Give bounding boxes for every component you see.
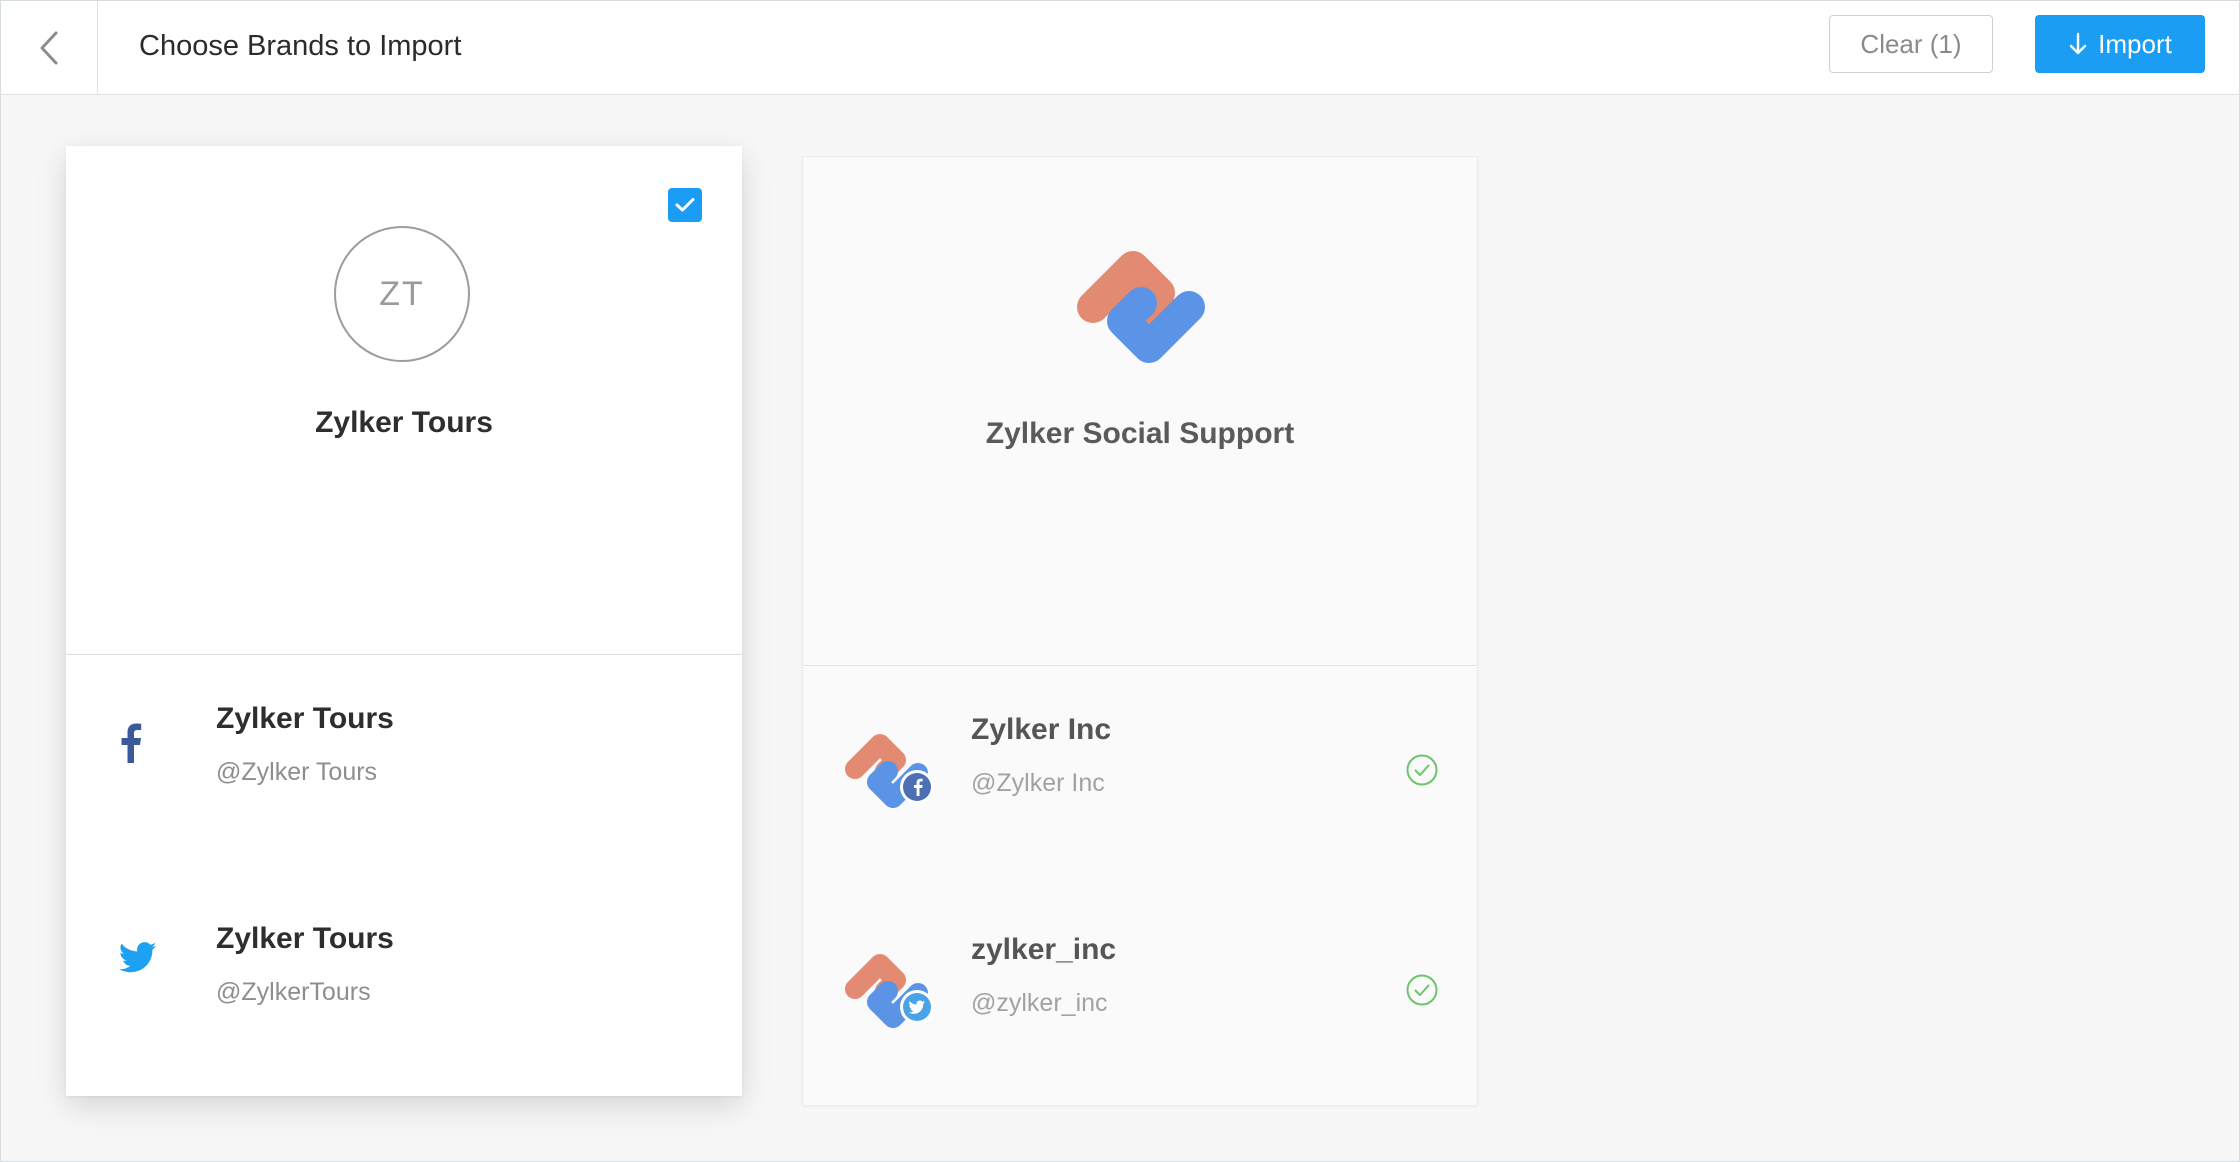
account-handle: @Zylker Tours — [216, 758, 378, 786]
twitter-icon — [118, 938, 158, 978]
account-name: Zylker Tours — [216, 702, 394, 735]
account-row-twitter: Zylker Tours @ZylkerTours — [66, 902, 742, 1062]
brand-name: Zylker Social Support — [985, 417, 1295, 450]
facebook-icon — [106, 718, 156, 768]
arrow-down-icon — [2069, 32, 2087, 55]
account-row-facebook: Zylker Tours @Zylker Tours — [66, 682, 742, 842]
brand-select-checkbox[interactable] — [668, 188, 702, 222]
import-button-label: Import — [2098, 28, 2172, 59]
imported-check-icon — [1406, 754, 1438, 786]
account-row-facebook: Zylker Inc @Zylker Inc — [803, 693, 1477, 853]
import-button[interactable]: Import — [2035, 15, 2205, 73]
brand-card-zylker-social-support[interactable]: Zylker Social Support Zylker Inc @Zylker… — [802, 156, 1478, 1106]
account-handle: @Zylker Inc — [971, 769, 1105, 797]
account-handle: @zylker_inc — [971, 989, 1108, 1017]
page-title: Choose Brands to Import — [139, 30, 462, 62]
account-handle: @ZylkerTours — [216, 978, 371, 1006]
brand-avatar: ZT — [334, 226, 470, 362]
chevron-left-icon — [40, 31, 58, 64]
account-name: zylker_inc — [971, 933, 1117, 966]
zylker-logo — [1077, 251, 1205, 363]
imported-check-icon — [1406, 974, 1438, 1006]
brand-card-header: ZT Zylker Tours — [66, 146, 742, 655]
account-name: Zylker Inc — [971, 713, 1112, 746]
account-name: Zylker Tours — [216, 922, 394, 955]
zylker-account-logo — [841, 943, 939, 1041]
checkmark-icon — [675, 198, 695, 212]
back-button[interactable] — [1, 1, 98, 94]
zylker-account-logo — [841, 723, 939, 821]
account-row-twitter: zylker_inc @zylker_inc — [803, 913, 1477, 1073]
page-header: Choose Brands to Import Clear (1) Import — [1, 1, 2239, 95]
brand-name: Zylker Tours — [315, 406, 493, 439]
brand-card-zylker-tours[interactable]: ZT Zylker Tours Zylker Tours @Zylker Tou… — [66, 146, 742, 1096]
brand-card-header: Zylker Social Support — [803, 157, 1477, 666]
clear-selection-button[interactable]: Clear (1) — [1829, 15, 1993, 73]
